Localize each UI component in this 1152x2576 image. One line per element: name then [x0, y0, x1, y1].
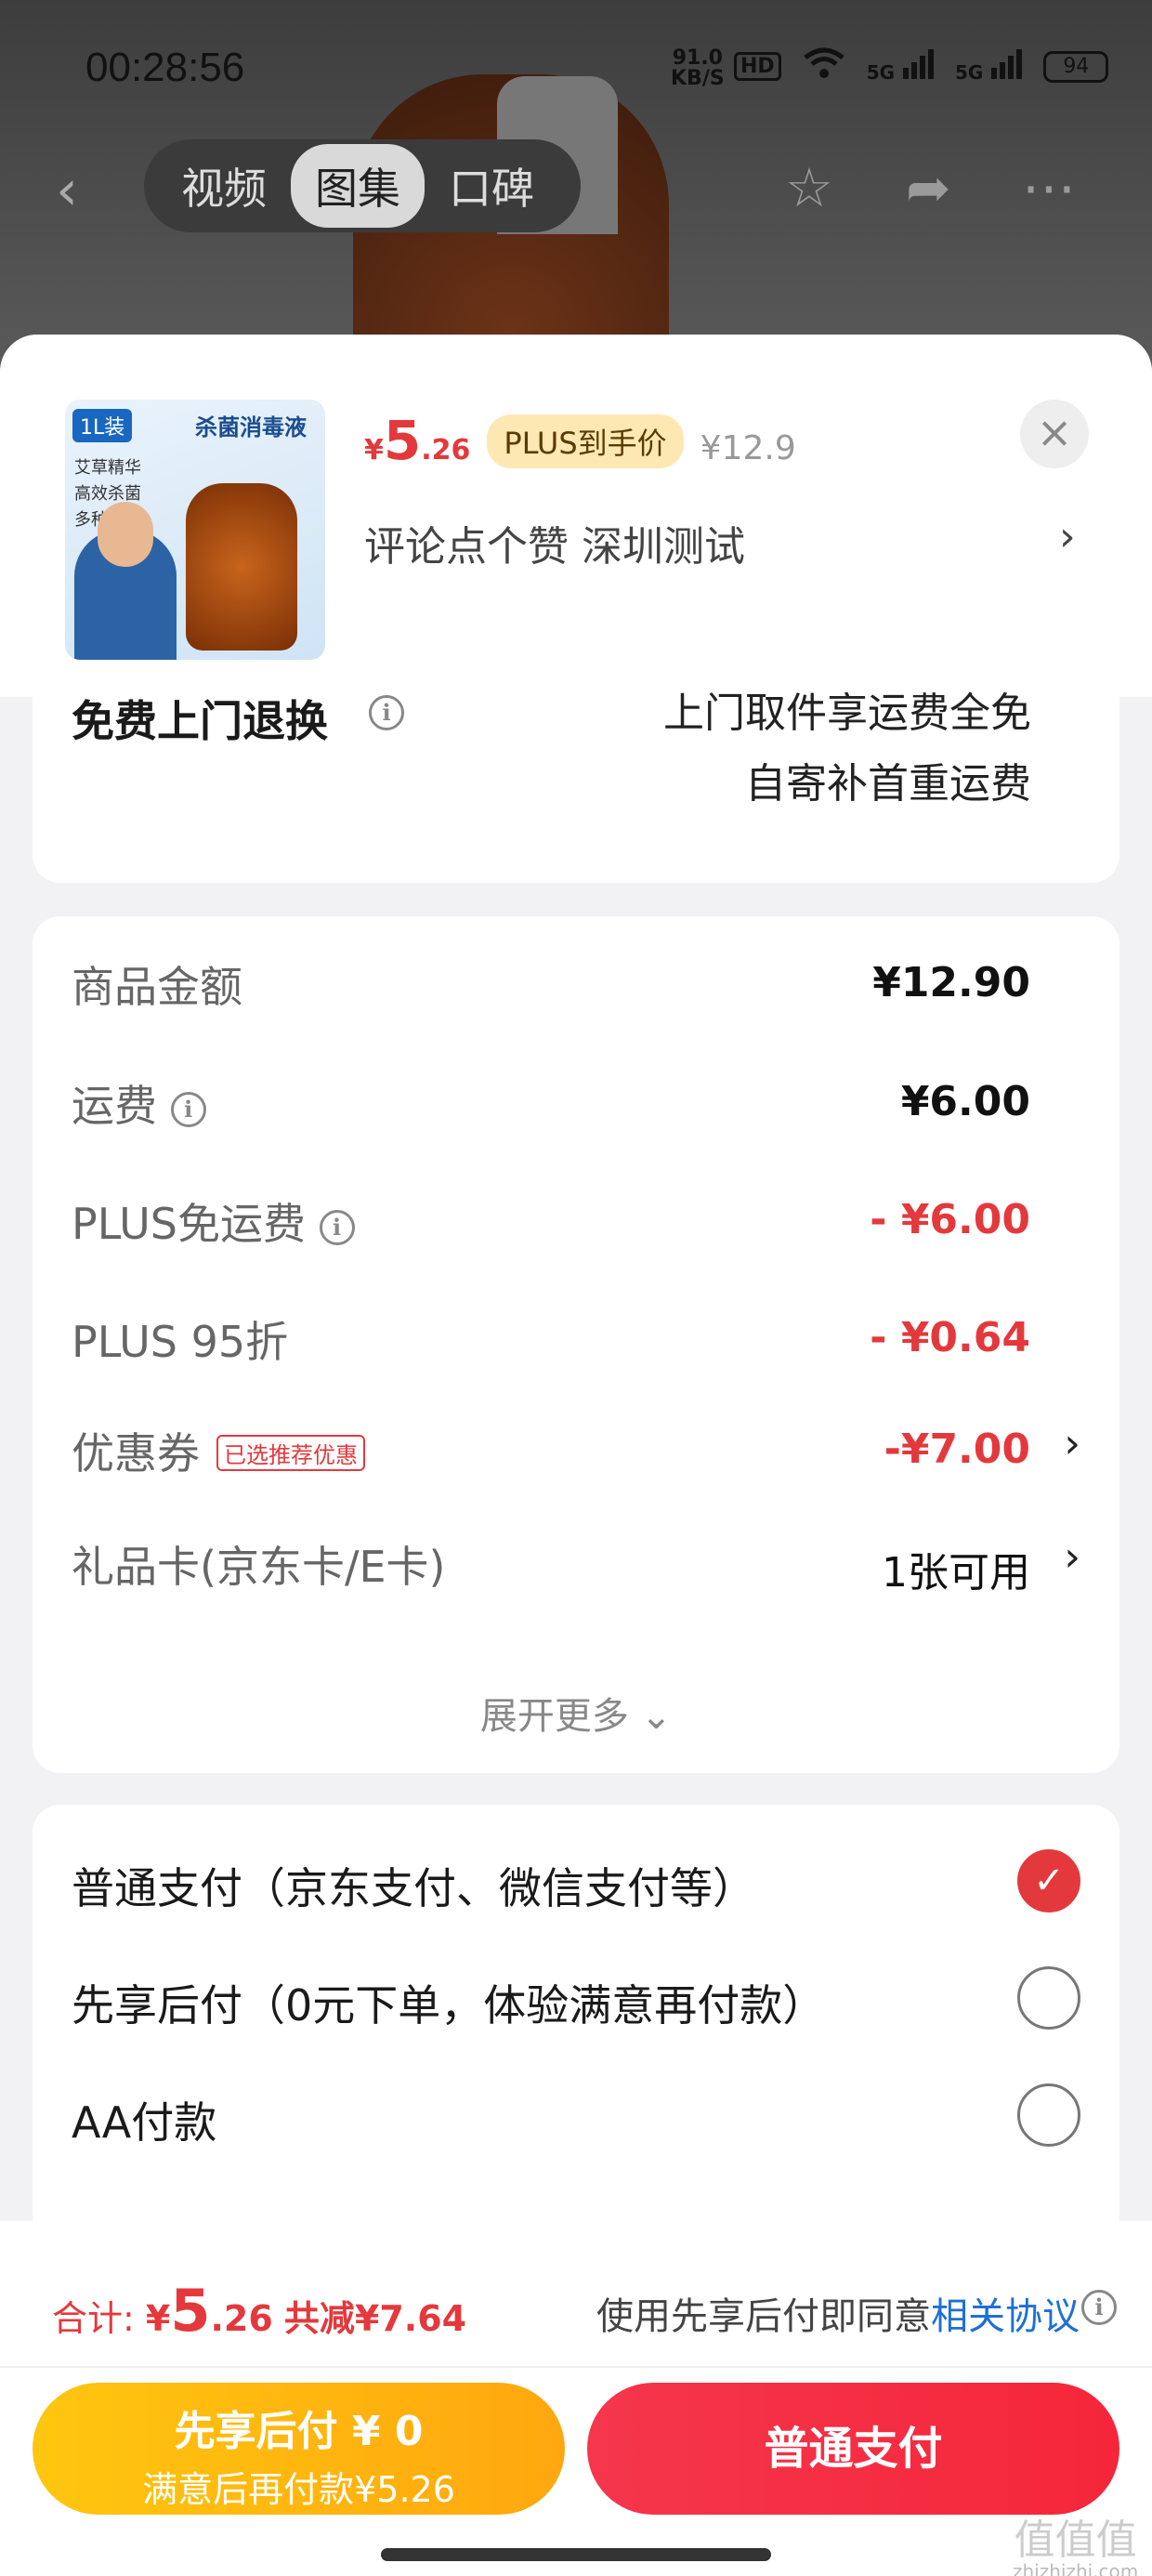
order-total: 合计: ¥5.26 共减¥7.64 [52, 2277, 466, 2345]
coupon-label-wrap: 优惠券 已选推荐优惠 [72, 1420, 365, 1481]
media-tabs: 视频 图集 口碑 [144, 139, 581, 232]
plus-price-badge: PLUS到手价 [487, 414, 684, 468]
info-icon[interactable]: i [170, 1091, 206, 1127]
net-speed-value: 91.0 [672, 46, 723, 70]
total-symbol: ¥ [145, 2298, 171, 2339]
wifi-icon [802, 46, 846, 86]
tab-gallery[interactable]: 图集 [291, 144, 425, 228]
product-name[interactable]: 评论点个赞 深圳测试 [364, 513, 745, 572]
return-line-1: 上门取件享运费全免 [663, 690, 1031, 737]
close-icon[interactable]: × [1020, 400, 1089, 468]
signal-icon-2: 5G [955, 49, 1023, 84]
return-service-detail: 上门取件享运费全免 自寄补首重运费 [663, 678, 1031, 820]
pay-later-title: 先享后付 ¥ 0 [174, 2408, 424, 2455]
status-time: 00:28:56 [85, 45, 245, 90]
normal-pay-button[interactable]: 普通支付 [587, 2383, 1119, 2515]
favorite-star-icon[interactable]: ☆ [785, 156, 833, 219]
plus-free-label: PLUS免运费 [72, 1199, 306, 1249]
product-thumbnail[interactable]: 1L装 杀菌消毒液 艾草精华 高效杀菌 多种用途 [65, 400, 325, 660]
payment-option-label: 先享后付（0元下单，体验满意再付款） [72, 1980, 826, 2031]
pay-later-subtitle: 满意后再付款¥5.26 [142, 2469, 455, 2510]
total-reduced: 共减¥7.64 [283, 2298, 467, 2339]
total-int: 5 [170, 2277, 211, 2345]
more-icon[interactable]: ⋯ [1022, 156, 1076, 219]
info-icon[interactable]: i [319, 1209, 355, 1245]
expand-more-label: 展开更多 [479, 1695, 629, 1738]
checkout-bottom-bar: 合计: ¥5.26 共减¥7.64 使用先享后付即同意相关协议 i 先享后付 ¥… [0, 2221, 1152, 2576]
shipping-label-wrap: 运费 i [72, 1072, 206, 1134]
payment-option-pay-later[interactable]: 先享后付（0元下单，体验满意再付款） [72, 1966, 1080, 2046]
signal-icon-1: 5G [867, 49, 935, 84]
status-bar: 00:28:56 91.0 KB/S HD 5G 5G 94 [0, 0, 1152, 139]
hd-icon: HD [734, 52, 781, 81]
plus-free-label-wrap: PLUS免运费 i [72, 1190, 355, 1252]
pay-later-button[interactable]: 先享后付 ¥ 0 满意后再付款¥5.26 [33, 2383, 565, 2515]
radio-icon[interactable] [1017, 2083, 1080, 2147]
plus-discount-label: PLUS 95折 [72, 1317, 289, 1367]
radio-icon[interactable] [1017, 1966, 1080, 2030]
chevron-right-icon[interactable]: › [1064, 1533, 1080, 1581]
chevron-right-icon[interactable]: › [1064, 1420, 1080, 1467]
watermark-logo: 值值值 zhizhizhi.com [1013, 2520, 1138, 2576]
current-price: ¥5.26 [364, 409, 471, 472]
watermark-site: zhizhizhi.com [1013, 2560, 1139, 2576]
info-icon[interactable]: i [1081, 2290, 1117, 2325]
fee-row-gift-card[interactable]: 礼品卡(京东卡/E卡) 1张可用 › [72, 1533, 1080, 1608]
plus-free-value: - ¥6.00 [870, 1196, 1030, 1243]
payment-option-normal[interactable]: 普通支付（京东支付、微信支付等） ✓ [72, 1849, 1080, 1929]
share-icon[interactable]: ➦ [906, 156, 951, 219]
plus-discount-value: - ¥0.64 [870, 1314, 1030, 1361]
info-icon[interactable]: i [369, 695, 404, 730]
net-speed-unit: KB/S [671, 67, 725, 90]
divider [0, 2366, 1152, 2368]
gift-card-value: 1张可用 [882, 1549, 1030, 1597]
original-price: ¥12.9 [700, 429, 796, 467]
fee-row-shipping: 运费 i ¥6.00 [72, 1072, 1080, 1147]
coupon-tag: 已选推荐优惠 [216, 1435, 365, 1471]
gift-card-label: 礼品卡(京东卡/E卡) [72, 1542, 446, 1592]
goods-amount-value: ¥12.90 [872, 959, 1030, 1006]
expand-more-button[interactable]: 展开更多 ⌄ [33, 1686, 1119, 1740]
return-line-2: 自寄补首重运费 [745, 760, 1031, 808]
status-icons: HD 5G 5G 94 [734, 46, 1109, 86]
fee-row-plus-discount: PLUS 95折 - ¥0.64 [72, 1308, 1080, 1383]
price-row: ¥5.26 PLUS到手价 ¥12.9 [364, 409, 796, 474]
thumb-label-volume: 1L装 [72, 409, 133, 442]
agreement-link[interactable]: 相关协议 [931, 2295, 1080, 2338]
tab-reviews[interactable]: 口碑 [425, 144, 558, 228]
fee-row-coupon[interactable]: 优惠券 已选推荐优惠 -¥7.00 › [72, 1420, 1080, 1494]
thumb-label-type: 杀菌消毒液 [195, 414, 307, 440]
coupon-value: -¥7.00 [884, 1426, 1030, 1473]
chevron-down-icon: ⌄ [640, 1695, 673, 1738]
watermark-text: 值值值 [1014, 2517, 1137, 2564]
agreement-text: 使用先享后付即同意相关协议 [596, 2286, 1080, 2340]
return-service-card: 免费上门退换 i 上门取件享运费全免 自寄补首重运费 [33, 678, 1119, 883]
tab-video[interactable]: 视频 [157, 144, 291, 228]
fee-row-plus-free: PLUS免运费 i - ¥6.00 [72, 1190, 1080, 1265]
payment-option-label: 普通支付（京东支付、微信支付等） [72, 1863, 755, 1913]
payment-option-label: AA付款 [72, 2097, 217, 2148]
thumb-face [98, 502, 153, 567]
checkmark-icon[interactable]: ✓ [1017, 1849, 1080, 1912]
chevron-right-icon[interactable]: › [1059, 513, 1076, 560]
payment-option-aa[interactable]: AA付款 [72, 2083, 1080, 2163]
goods-amount-label: 商品金额 [72, 962, 242, 1012]
shipping-label: 运费 [72, 1081, 157, 1131]
home-indicator[interactable] [381, 2548, 771, 2561]
fee-breakdown-card: 商品金额 ¥12.90 运费 i ¥6.00 PLUS免运费 i - ¥6.00… [33, 916, 1119, 1773]
total-label: 合计: [52, 2298, 135, 2339]
back-icon[interactable]: ‹ [56, 158, 78, 223]
product-summary: 1L装 杀菌消毒液 艾草精华 高效杀菌 多种用途 ¥5.26 PLUS到手价 ¥… [0, 335, 1152, 697]
battery-icon: 94 [1043, 50, 1109, 83]
thumb-bottle [186, 483, 297, 651]
coupon-label: 优惠券 [72, 1428, 200, 1479]
top-nav: ‹ 视频 图集 口碑 ☆ ➦ ⋯ [0, 139, 1152, 232]
net-speed: 91.0 KB/S [671, 48, 725, 89]
agreement-label: 使用先享后付即同意 [596, 2295, 931, 2338]
total-dec: .26 [210, 2298, 273, 2339]
fee-row-goods: 商品金额 ¥12.90 [72, 953, 1080, 1028]
shipping-value: ¥6.00 [900, 1078, 1030, 1125]
return-service-title: 免费上门退换 [72, 696, 328, 746]
